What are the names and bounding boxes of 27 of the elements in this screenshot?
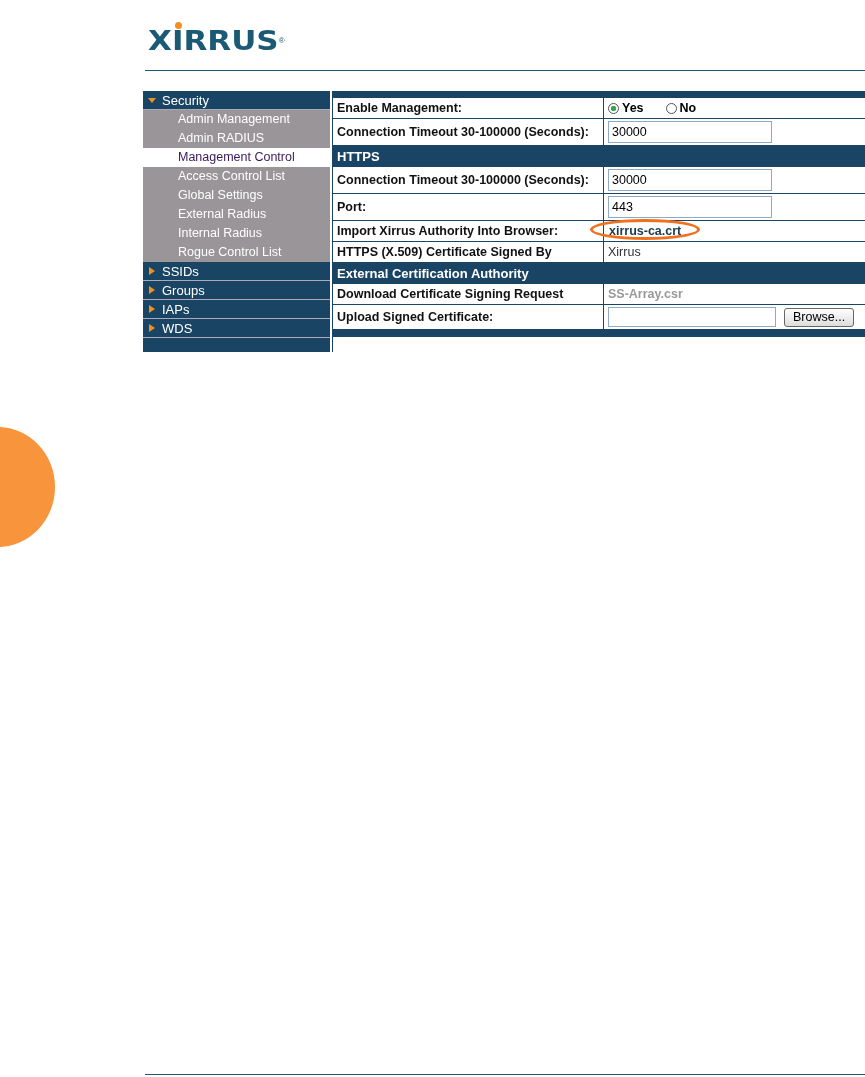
radio-button[interactable] xyxy=(608,102,619,114)
field-label: Port: xyxy=(333,194,604,220)
option-label: No xyxy=(679,101,697,115)
field-label: Connection Timeout 30-100000 (Seconds): xyxy=(333,119,604,145)
section-header: External Certification Authority xyxy=(333,263,865,284)
field-label: HTTPS (X.509) Certificate Signed By xyxy=(333,242,604,262)
input-field[interactable]: 30000 xyxy=(608,121,772,143)
file-path-field[interactable] xyxy=(608,307,776,327)
sidebar-item[interactable]: Management Control xyxy=(143,148,330,167)
registered-mark: ® xyxy=(278,36,285,45)
file-link[interactable]: xirrus-ca.crt xyxy=(608,224,682,238)
radio-button[interactable] xyxy=(665,102,677,114)
radio-option[interactable]: Yes xyxy=(608,101,644,115)
dot-icon xyxy=(175,22,182,29)
field-label: Connection Timeout 30-100000 (Seconds): xyxy=(333,167,604,193)
logo-wordmark: XIRRUS xyxy=(148,31,279,51)
browse-button[interactable]: Browse... xyxy=(784,307,855,327)
field-label: Enable Management: xyxy=(333,98,604,118)
input-field[interactable]: 30000 xyxy=(608,169,772,191)
section-header: HTTPS xyxy=(333,146,865,167)
field-value: Xirrus xyxy=(608,245,641,259)
option-label: Yes xyxy=(622,101,644,115)
radio-option[interactable]: No xyxy=(665,101,697,115)
field-label: Upload Signed Certificate: xyxy=(333,305,604,329)
input-field[interactable]: 443 xyxy=(608,196,772,218)
field-label: Download Certificate Signing Request xyxy=(333,284,604,304)
field-label: Import Xirrus Authority Into Browser: xyxy=(333,221,604,241)
